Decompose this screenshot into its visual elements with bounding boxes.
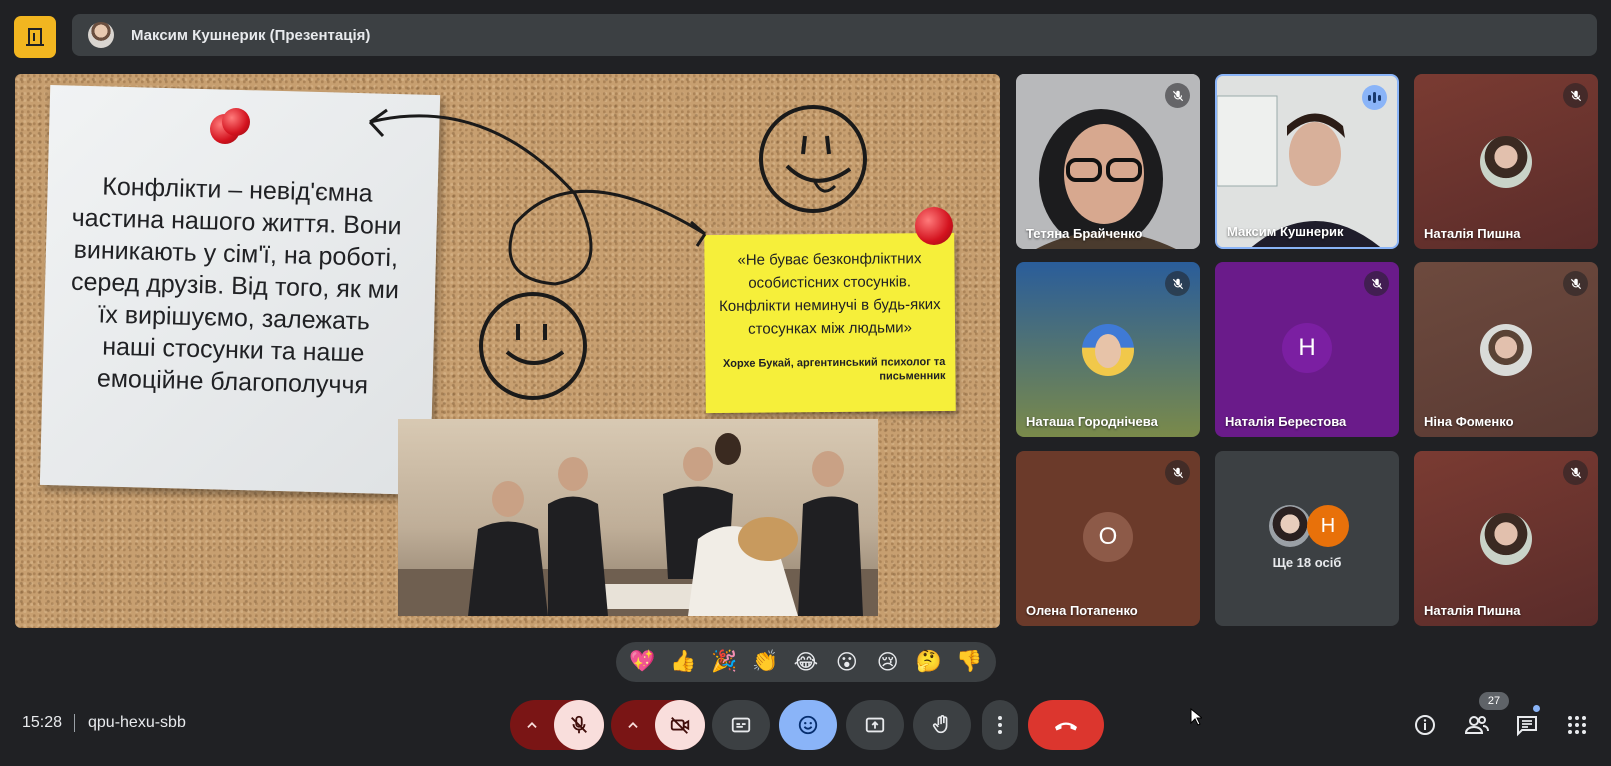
participant-count-badge: 27	[1479, 692, 1509, 710]
participant-initial-avatar: О	[1083, 511, 1133, 562]
activities-button[interactable]	[1560, 708, 1594, 742]
presenter-avatar	[88, 22, 114, 48]
mic-off-icon	[1165, 83, 1190, 108]
participant-name: Наташа Городнічева	[1026, 414, 1158, 429]
mic-off-icon	[1165, 271, 1190, 296]
mic-off-icon	[1563, 271, 1588, 296]
participant-avatar	[1480, 135, 1532, 188]
presenter-bar: Максим Кушнерик (Презентація)	[72, 14, 1597, 56]
reaction-heart[interactable]: 💖	[625, 645, 659, 679]
meeting-clock: 15:28	[22, 714, 63, 731]
mic-control-group	[510, 700, 604, 750]
chevron-up-icon	[628, 722, 638, 728]
captions-icon	[731, 717, 751, 733]
raise-hand-button[interactable]	[913, 700, 971, 750]
meeting-code: qpu-hexu-sbb	[88, 714, 186, 731]
meeting-details-button[interactable]	[1408, 708, 1442, 742]
more-participants-tile[interactable]: Н Ще 18 осіб	[1215, 451, 1399, 626]
participant-tile[interactable]: Наталія Пишна	[1414, 451, 1598, 626]
participant-tile[interactable]: Наташа Городнічева	[1016, 262, 1200, 437]
reaction-laugh[interactable]: 😂	[789, 645, 823, 679]
reaction-thumbs-down[interactable]: 👎	[952, 645, 986, 679]
mic-off-icon	[1364, 271, 1389, 296]
presenter-name: Максим Кушнерик (Презентація)	[131, 26, 371, 44]
mouse-cursor	[1190, 708, 1202, 726]
present-screen-button[interactable]	[846, 700, 904, 750]
people-icon	[1464, 716, 1489, 734]
participant-avatar	[1480, 323, 1532, 376]
emoji-reaction-button[interactable]	[779, 700, 837, 750]
reaction-thinking[interactable]: 🤔	[912, 645, 946, 679]
participant-name: Олена Потапенко	[1026, 603, 1138, 618]
info-icon	[1415, 715, 1435, 735]
participant-tile[interactable]: Н Наталія Берестова	[1215, 262, 1399, 437]
participant-name: Наталія Берестова	[1225, 414, 1347, 429]
participant-avatar	[1082, 323, 1134, 376]
more-options-icon	[998, 716, 1002, 734]
chevron-up-icon	[527, 722, 537, 728]
chat-icon	[1517, 716, 1537, 737]
mic-off-icon	[571, 715, 587, 734]
speaking-indicator-icon	[1362, 85, 1387, 110]
apps-grid-icon	[1568, 716, 1586, 734]
participant-name: Наталія Пишна	[1424, 226, 1521, 241]
mic-off-icon	[1165, 460, 1190, 485]
participant-avatar	[1480, 512, 1532, 565]
door-exit-icon	[26, 28, 44, 46]
mic-options-button[interactable]	[510, 700, 554, 750]
mic-toggle-button[interactable]	[554, 700, 604, 750]
reaction-clap[interactable]: 👏	[748, 645, 782, 679]
chat-notification-dot	[1532, 704, 1541, 713]
mic-off-icon	[1563, 460, 1588, 485]
participant-tile[interactable]: Тетяна Брайченко	[1016, 74, 1200, 249]
camera-off-icon	[670, 717, 690, 734]
participant-name: Наталія Пишна	[1424, 603, 1521, 618]
reaction-party[interactable]: 🎉	[707, 645, 741, 679]
reaction-surprised[interactable]: 😮	[830, 645, 864, 679]
participant-tile[interactable]: Ніна Фоменко	[1414, 262, 1598, 437]
mic-off-icon	[1563, 83, 1588, 108]
reactions-bar: 💖 👍 🎉 👏 😂 😮 😢 🤔 👎	[616, 642, 996, 682]
chat-button[interactable]	[1510, 708, 1544, 742]
shared-presentation-slide: Конфлікти – невід'ємна частина нашого жи…	[15, 74, 1000, 628]
camera-control-group	[611, 700, 705, 750]
more-participants-label: Ще 18 осіб	[1272, 555, 1342, 570]
participant-initial-avatar: Н	[1282, 322, 1332, 373]
raise-hand-icon	[932, 715, 948, 734]
reaction-sad[interactable]: 😢	[871, 645, 905, 679]
present-screen-icon	[865, 717, 885, 733]
participant-name: Максим Кушнерик	[1227, 224, 1344, 239]
more-initial-avatar: Н	[1307, 505, 1349, 547]
reaction-thumbs-up[interactable]: 👍	[666, 645, 700, 679]
emoji-icon	[798, 715, 818, 735]
participant-name: Тетяна Брайченко	[1026, 226, 1143, 241]
footer-divider	[74, 714, 75, 732]
people-button[interactable]	[1460, 708, 1494, 742]
end-call-icon	[1055, 722, 1077, 731]
participant-tile[interactable]: Максим Кушнерик	[1215, 74, 1399, 249]
more-avatar-photo	[1269, 505, 1311, 547]
leave-call-button[interactable]	[1028, 700, 1104, 750]
camera-toggle-button[interactable]	[655, 700, 705, 750]
camera-options-button[interactable]	[611, 700, 655, 750]
participant-tile[interactable]: Наталія Пишна	[1414, 74, 1598, 249]
app-logo[interactable]	[14, 16, 56, 58]
participant-tile[interactable]: О Олена Потапенко	[1016, 451, 1200, 626]
more-options-button[interactable]	[982, 700, 1018, 750]
participant-name: Ніна Фоменко	[1424, 414, 1514, 429]
captions-button[interactable]	[712, 700, 770, 750]
doodle-drawings	[368, 105, 867, 400]
